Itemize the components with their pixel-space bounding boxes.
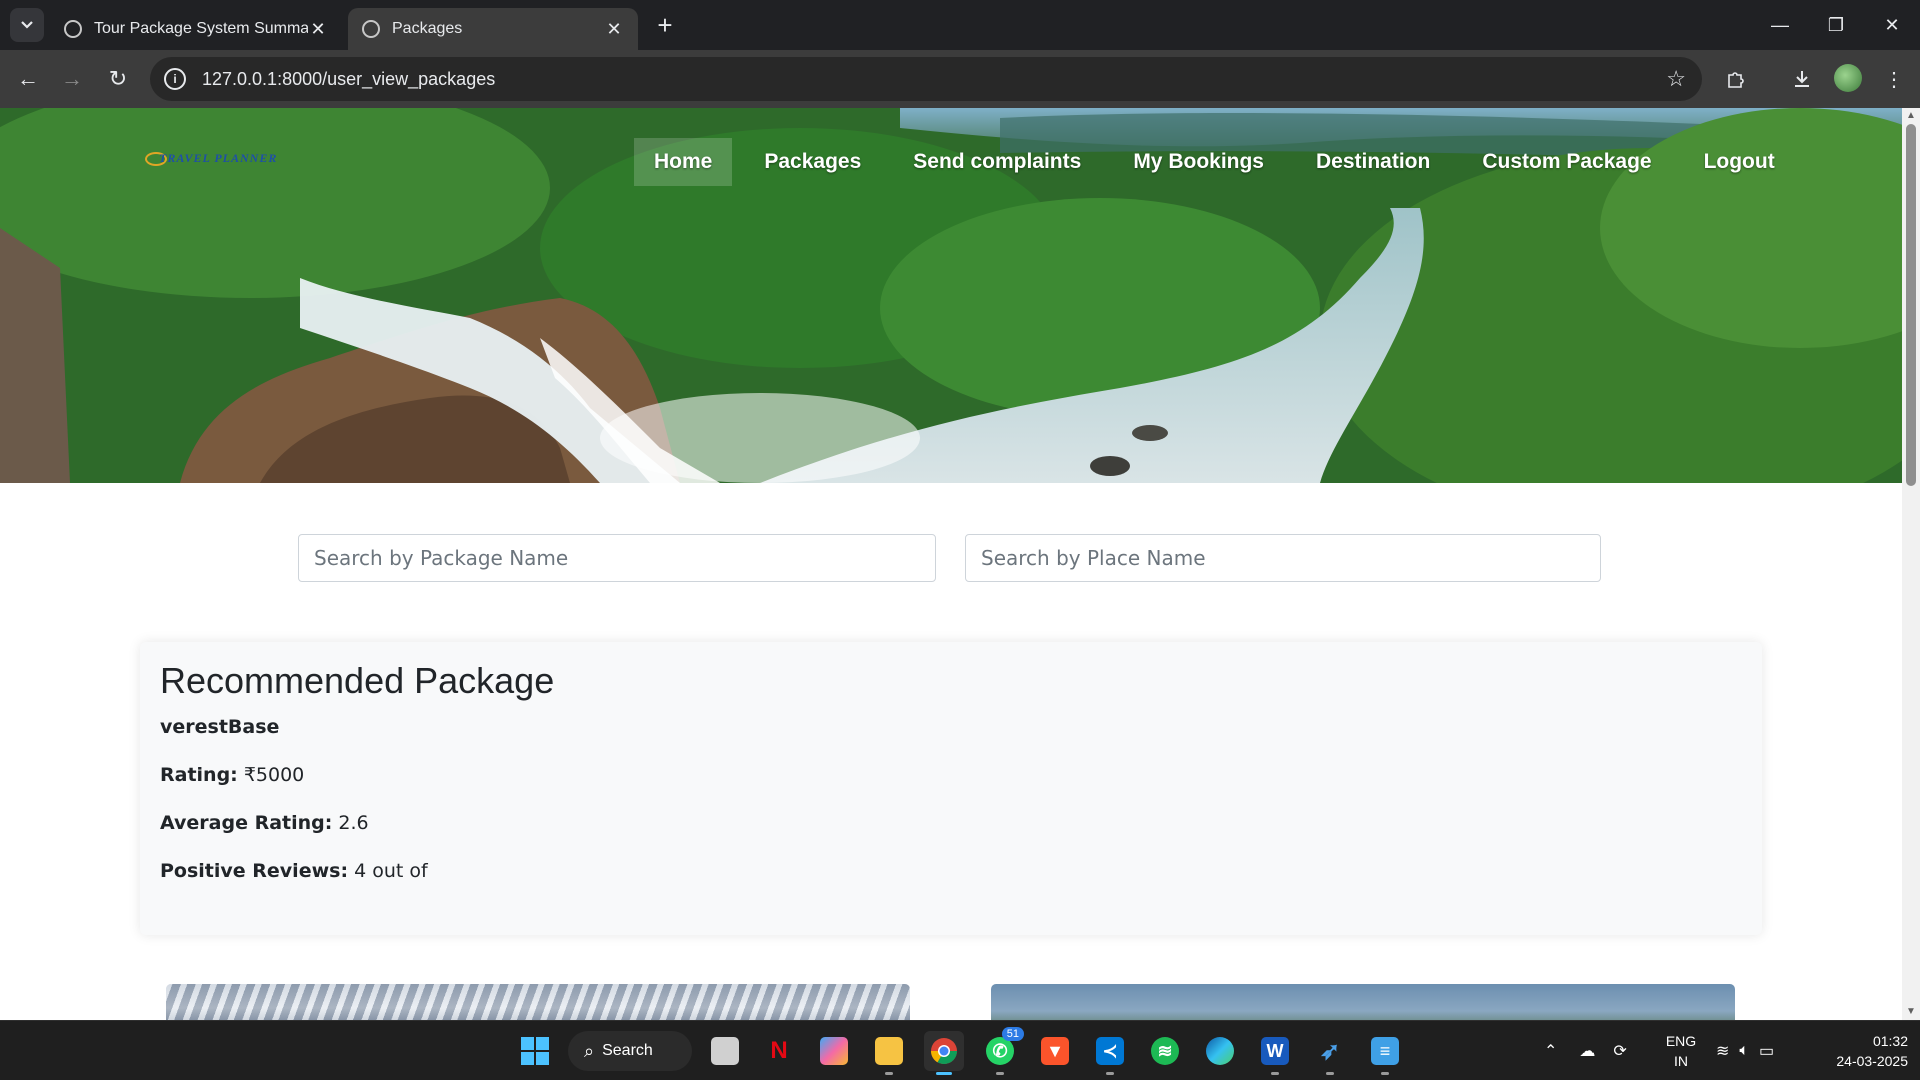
task-view-icon[interactable] bbox=[705, 1031, 745, 1071]
brave-icon[interactable]: ▼ bbox=[1035, 1031, 1075, 1071]
whatsapp-icon[interactable]: ✆ 51 bbox=[980, 1027, 1024, 1075]
tab-list-button[interactable] bbox=[10, 8, 44, 42]
show-hidden-icons-icon[interactable]: ⌃ bbox=[1544, 1041, 1557, 1061]
app-bird-icon[interactable]: ➶ bbox=[1310, 1031, 1350, 1075]
package-card-image-mountain[interactable] bbox=[166, 984, 910, 1020]
package-card-image-landscape[interactable] bbox=[991, 984, 1735, 1020]
star-icon[interactable]: ☆ bbox=[1666, 66, 1686, 92]
restore-icon[interactable]: ❐ bbox=[1808, 0, 1864, 50]
positive-reviews-label: Positive Reviews: bbox=[160, 860, 349, 882]
wifi-icon: ≋ bbox=[1716, 1043, 1730, 1060]
notepad-icon[interactable]: ≡ bbox=[1365, 1031, 1405, 1075]
minimize-icon[interactable]: — bbox=[1752, 0, 1808, 50]
whatsapp-badge: 51 bbox=[1001, 1027, 1024, 1041]
scroll-down-icon[interactable]: ▼ bbox=[1906, 1007, 1916, 1017]
url-text[interactable]: 127.0.0.1:8000/user_view_packages bbox=[202, 69, 495, 90]
average-rating-row: Average Rating: 2.6 bbox=[160, 812, 1742, 834]
rating-row: Rating: ₹5000 bbox=[160, 764, 1742, 786]
openai-favicon-icon bbox=[64, 20, 82, 38]
word-icon[interactable]: W bbox=[1255, 1031, 1295, 1075]
tab-packages[interactable]: Packages ✕ bbox=[348, 8, 638, 50]
close-tab-icon[interactable]: ✕ bbox=[604, 19, 624, 40]
kebab-menu-icon[interactable]: ⋮ bbox=[1878, 63, 1910, 95]
nav-logout[interactable]: Logout bbox=[1684, 138, 1795, 186]
reload-icon[interactable]: ↻ bbox=[100, 61, 136, 97]
average-rating-value: 2.6 bbox=[338, 812, 369, 834]
spotify-icon[interactable]: ≋ bbox=[1145, 1031, 1185, 1071]
nav-packages[interactable]: Packages bbox=[744, 138, 881, 186]
window-controls: — ❐ ✕ bbox=[1752, 0, 1920, 50]
browser-tab-bar: Tour Package System Summary ✕ Packages ✕… bbox=[0, 0, 1920, 50]
nav-send-complaints[interactable]: Send complaints bbox=[893, 138, 1101, 186]
tab-title: Tour Package System Summary bbox=[94, 20, 308, 37]
rating-label: Rating: bbox=[160, 764, 238, 786]
clock-date: 24-03-2025 bbox=[1836, 1053, 1908, 1069]
scroll-up-icon[interactable]: ▲ bbox=[1906, 111, 1916, 121]
battery-icon: ▭ bbox=[1759, 1043, 1775, 1060]
copilot-icon[interactable] bbox=[814, 1031, 854, 1071]
average-rating-label: Average Rating: bbox=[160, 812, 333, 834]
forward-arrow-icon[interactable]: → bbox=[54, 61, 90, 97]
chevron-down-icon bbox=[21, 21, 33, 29]
recommended-package-card: Recommended Package verestBase Rating: ₹… bbox=[140, 642, 1762, 935]
nav-destination[interactable]: Destination bbox=[1296, 138, 1450, 186]
nav-custom-package[interactable]: Custom Package bbox=[1462, 138, 1671, 186]
profile-avatar[interactable] bbox=[1834, 64, 1862, 92]
windows-taskbar: ⌕ Search N ✆ 51 ▼ ≺ ≋ W ➶ ≡ ⌃ ☁ ⟳ ENG IN… bbox=[0, 1020, 1920, 1080]
clock[interactable]: 01:32 24-03-2025 bbox=[1808, 1031, 1908, 1071]
close-window-icon[interactable]: ✕ bbox=[1864, 0, 1920, 50]
address-bar[interactable]: i 127.0.0.1:8000/user_view_packages ☆ bbox=[150, 57, 1702, 101]
package-name: verestBase bbox=[160, 716, 280, 738]
clock-time: 01:32 bbox=[1872, 1033, 1908, 1049]
tab-tour-package-summary[interactable]: Tour Package System Summary ✕ bbox=[50, 8, 342, 50]
tab-title: Packages bbox=[392, 20, 463, 37]
browser-toolbar: ← → ↻ i 127.0.0.1:8000/user_view_package… bbox=[0, 50, 1920, 108]
sync-icon[interactable]: ⟳ bbox=[1613, 1041, 1626, 1061]
taskbar-search-button[interactable]: ⌕ Search bbox=[568, 1031, 692, 1071]
globe-favicon-icon bbox=[362, 20, 380, 38]
onedrive-cloud-icon[interactable]: ☁ bbox=[1579, 1041, 1595, 1061]
windows-start-icon[interactable] bbox=[515, 1031, 555, 1071]
site-navigation: Home Packages Send complaints My Booking… bbox=[634, 138, 1807, 186]
package-name-search-input[interactable] bbox=[298, 534, 936, 582]
place-name-search-input[interactable] bbox=[965, 534, 1601, 582]
page-scrollbar[interactable]: ▲ ▼ bbox=[1902, 108, 1920, 1020]
logo-text: TRAVEL PLANNER bbox=[159, 151, 278, 165]
language-indicator[interactable]: ENG IN bbox=[1664, 1031, 1698, 1071]
scrollbar-thumb[interactable] bbox=[1906, 124, 1916, 486]
positive-reviews-row: Positive Reviews: 4 out of bbox=[160, 860, 1742, 882]
quick-settings[interactable]: ≋ 🔈︎ ▭ bbox=[1716, 1021, 1774, 1080]
page-viewport: TRAVEL PLANNER Home Packages Send compla… bbox=[0, 108, 1902, 1020]
vscode-icon[interactable]: ≺ bbox=[1090, 1031, 1130, 1075]
taskbar-search-label: Search bbox=[602, 1042, 653, 1059]
recommended-heading: Recommended Package bbox=[160, 660, 555, 701]
nav-home[interactable]: Home bbox=[634, 138, 733, 186]
site-logo[interactable]: TRAVEL PLANNER bbox=[145, 151, 278, 167]
plus-icon[interactable]: + bbox=[650, 10, 680, 40]
search-icon: ⌕ bbox=[584, 1040, 595, 1061]
info-icon[interactable]: i bbox=[164, 68, 186, 90]
language-line1: ENG bbox=[1665, 1033, 1697, 1049]
hero-banner-image: TRAVEL PLANNER Home Packages Send compla… bbox=[0, 108, 1902, 483]
edge-icon[interactable] bbox=[1200, 1031, 1240, 1071]
puzzle-icon[interactable] bbox=[1720, 63, 1752, 95]
download-icon[interactable] bbox=[1786, 63, 1818, 95]
volume-icon: 🔈︎ bbox=[1739, 1042, 1750, 1059]
back-arrow-icon[interactable]: ← bbox=[10, 61, 46, 97]
language-line2: IN bbox=[1674, 1053, 1688, 1069]
chrome-icon[interactable] bbox=[924, 1031, 964, 1075]
rating-value: ₹5000 bbox=[243, 764, 305, 786]
system-tray: ⌃ ☁ ⟳ bbox=[1544, 1021, 1627, 1080]
positive-reviews-value: 4 out of bbox=[354, 860, 428, 882]
nav-my-bookings[interactable]: My Bookings bbox=[1113, 138, 1284, 186]
close-tab-icon[interactable]: ✕ bbox=[308, 19, 328, 40]
file-explorer-icon[interactable] bbox=[869, 1031, 909, 1075]
netflix-icon[interactable]: N bbox=[759, 1031, 799, 1071]
